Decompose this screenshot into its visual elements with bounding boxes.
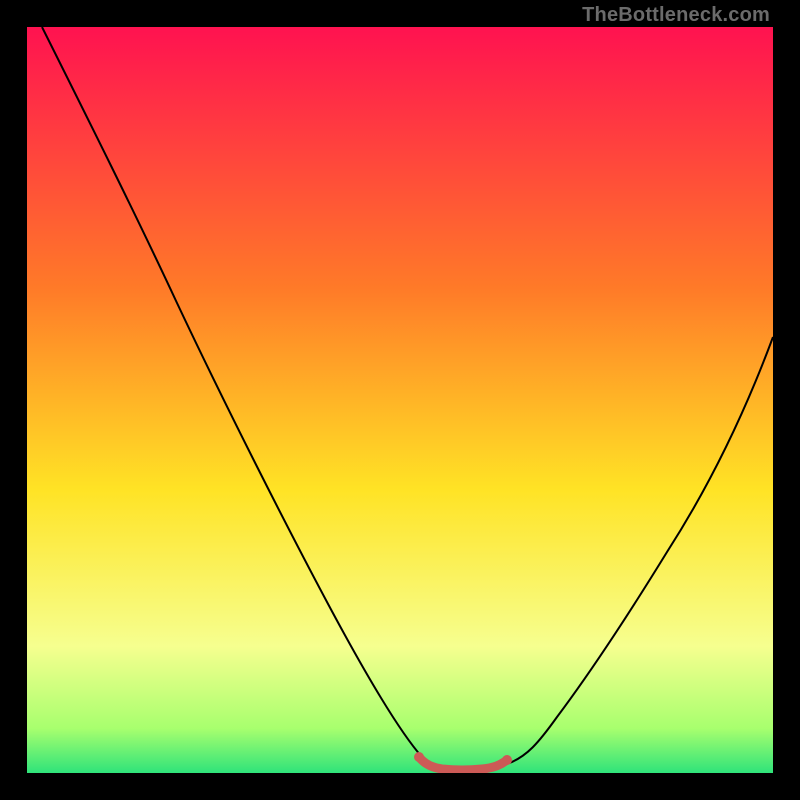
curve-layer xyxy=(27,27,773,773)
chart-stage: TheBottleneck.com xyxy=(0,0,800,800)
flat-segment-start-dot xyxy=(414,752,424,762)
bottleneck-curve xyxy=(42,27,773,769)
plot-area xyxy=(27,27,773,773)
flat-bottom-segment xyxy=(419,757,507,770)
flat-segment-end-dot xyxy=(502,755,512,765)
watermark-label: TheBottleneck.com xyxy=(582,4,770,27)
